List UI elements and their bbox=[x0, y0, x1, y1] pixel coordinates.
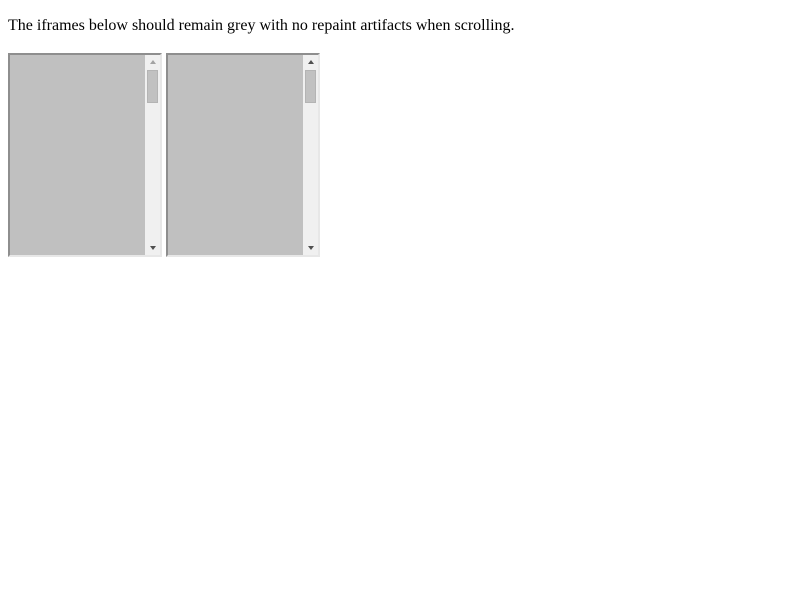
chevron-up-icon bbox=[307, 60, 314, 64]
scrollbar-thumb[interactable] bbox=[305, 70, 316, 103]
iframe-1[interactable] bbox=[8, 53, 162, 257]
scroll-up-button[interactable] bbox=[303, 55, 318, 69]
scroll-down-button[interactable] bbox=[145, 241, 160, 255]
scrollbar-thumb[interactable] bbox=[147, 70, 158, 103]
iframe-2-scrollbar[interactable] bbox=[303, 55, 318, 255]
chevron-down-icon bbox=[307, 246, 314, 250]
iframe-1-content bbox=[10, 55, 145, 255]
iframe-1-scrollbar[interactable] bbox=[145, 55, 160, 255]
iframes-container bbox=[8, 53, 320, 257]
iframe-2-content bbox=[168, 55, 303, 255]
iframe-2[interactable] bbox=[166, 53, 320, 257]
chevron-up-icon bbox=[149, 60, 156, 64]
scroll-down-button[interactable] bbox=[303, 241, 318, 255]
instructions-text: The iframes below should remain grey wit… bbox=[8, 17, 515, 34]
scroll-up-button[interactable] bbox=[145, 55, 160, 69]
chevron-down-icon bbox=[149, 246, 156, 250]
